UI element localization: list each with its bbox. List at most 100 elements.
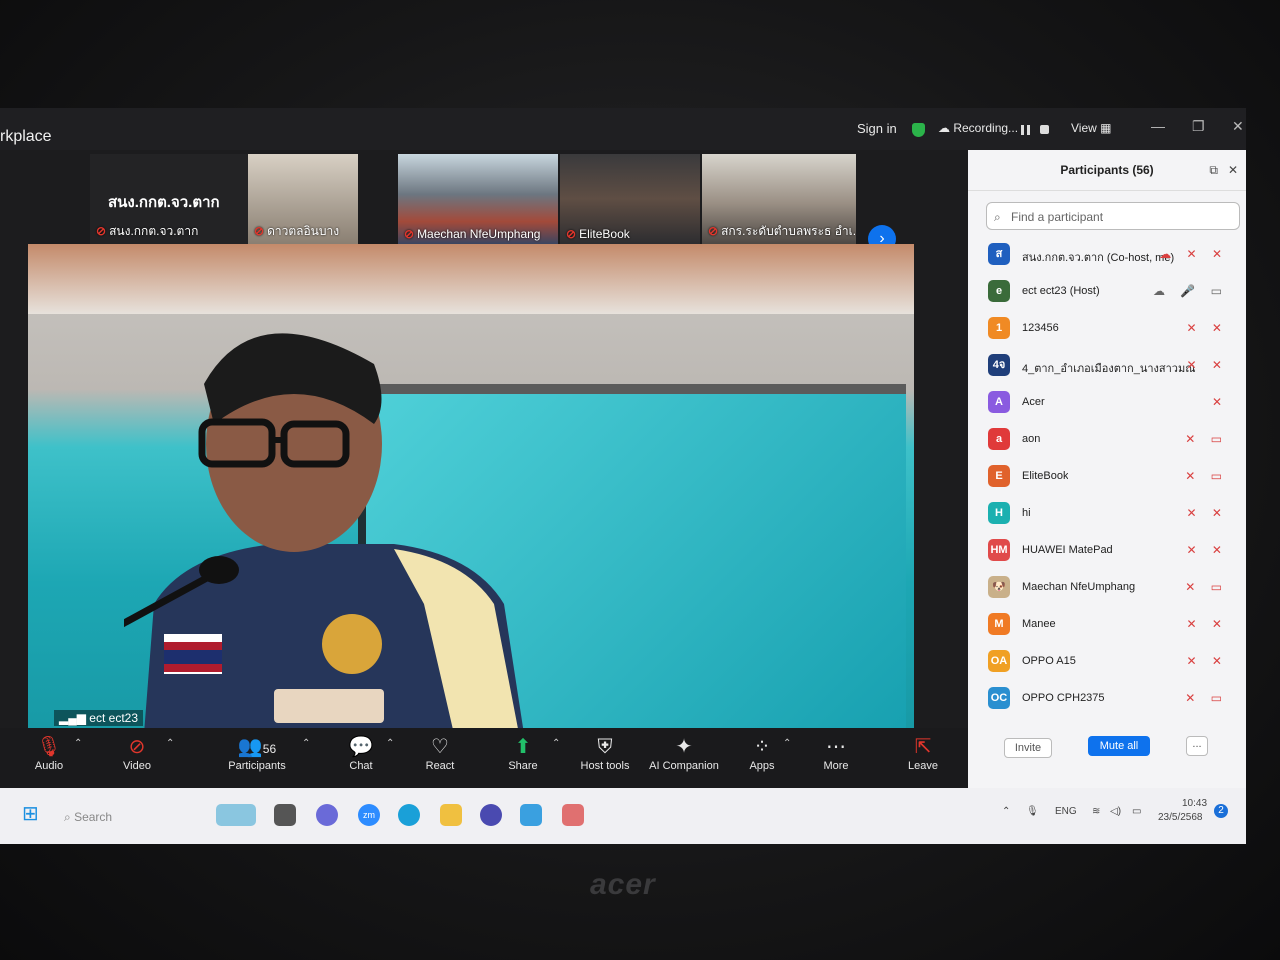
participant-name: OPPO CPH2375 bbox=[1022, 692, 1105, 704]
participants-panel-footer: Invite Mute all ... bbox=[968, 728, 1246, 768]
share-button[interactable]: ⬆ Share ⌃ bbox=[488, 734, 560, 772]
participant-status-icons[interactable]: ✕ ✕ bbox=[1187, 506, 1228, 520]
participant-avatar: E bbox=[988, 465, 1010, 487]
title-bar: rkplace Sign in ☁ Recording... View ▦ — … bbox=[0, 108, 1246, 150]
participants-panel-header: Participants (56) ⧉ ✕ bbox=[968, 150, 1246, 191]
mute-all-button[interactable]: Mute all bbox=[1088, 736, 1150, 756]
task-view-icon[interactable] bbox=[274, 804, 296, 826]
participants-label: Participants bbox=[228, 760, 286, 772]
leave-button[interactable]: ⇱ Leave bbox=[888, 734, 958, 772]
chat-options-chevron-icon[interactable]: ⌃ bbox=[386, 738, 394, 749]
video-button[interactable]: ⊘ Video ⌃ bbox=[102, 734, 174, 772]
more-button[interactable]: ⋯ More bbox=[801, 734, 871, 772]
file-explorer-icon[interactable] bbox=[440, 804, 462, 826]
audio-options-chevron-icon[interactable]: ⌃ bbox=[74, 738, 82, 749]
apps-options-chevron-icon[interactable]: ⌃ bbox=[783, 738, 791, 749]
participant-row[interactable]: a aon ✕ ▭ bbox=[968, 423, 1246, 460]
encryption-shield-icon[interactable] bbox=[912, 121, 925, 137]
minimize-button[interactable]: — bbox=[1151, 118, 1165, 134]
host-tools-button[interactable]: ⛨ Host tools bbox=[570, 734, 640, 772]
apps-button[interactable]: ⁘ Apps ⌃ bbox=[727, 734, 797, 772]
panel-more-button[interactable]: ... bbox=[1186, 736, 1208, 756]
participant-status-icons[interactable]: ✕ ✕ bbox=[1187, 543, 1228, 557]
pop-out-icon[interactable]: ⧉ bbox=[1209, 150, 1218, 190]
thumbnail-label: ⊘ ดาวตลอินบาง bbox=[254, 224, 340, 238]
video-thumbnail[interactable]: สนง.กกต.จว.ตาก ⊘ สนง.กกต.จว.ตาก bbox=[90, 154, 250, 244]
thumbnail-label: ⊘ สกร.ระดับตำบลพระธ อำเ... bbox=[708, 224, 856, 238]
ai-companion-button[interactable]: ✦ AI Companion bbox=[644, 734, 724, 772]
windows-taskbar: ⊞ ⌕ Search zm ⌃ 🎙 ENG ≋ ◁) ▭ 10:43 23/5/… bbox=[0, 788, 1246, 844]
participant-row[interactable]: OC OPPO CPH2375 ✕ ▭ bbox=[968, 682, 1246, 719]
video-thumbnail[interactable]: ⊘ สกร.ระดับตำบลพระธ อำเ... bbox=[702, 154, 856, 244]
participant-status-icons[interactable]: ✕ ▭ bbox=[1185, 580, 1228, 594]
language-indicator[interactable]: ENG bbox=[1055, 806, 1077, 817]
pause-recording-button[interactable] bbox=[1021, 121, 1030, 136]
teams-chat-icon[interactable] bbox=[316, 804, 338, 826]
microphone-tray-icon[interactable]: 🎙 bbox=[1026, 806, 1039, 817]
participant-row[interactable]: OA OPPO A15 ✕ ✕ bbox=[968, 645, 1246, 682]
mic-off-icon: ⊘ bbox=[404, 227, 415, 241]
battery-icon[interactable]: ▭ bbox=[1132, 806, 1141, 817]
participant-row[interactable]: A Acer ✕ bbox=[968, 386, 1246, 423]
ai-companion-label: AI Companion bbox=[649, 760, 719, 772]
participant-status-icons[interactable]: ✕ ✕ bbox=[1187, 654, 1228, 668]
find-participant-input[interactable]: ⌕ Find a participant bbox=[986, 202, 1240, 230]
tray-chevron-icon[interactable]: ⌃ bbox=[1002, 806, 1010, 817]
mic-off-icon: ⊘ bbox=[566, 227, 577, 241]
participant-status-icons[interactable]: ☁ ✕ ✕ bbox=[1159, 247, 1228, 261]
share-screen-icon: ⬆ bbox=[514, 736, 532, 758]
video-options-chevron-icon[interactable]: ⌃ bbox=[166, 738, 174, 749]
participants-panel-title: Participants (56) bbox=[1060, 163, 1154, 177]
participant-row[interactable]: E EliteBook ✕ ▭ bbox=[968, 460, 1246, 497]
windows-start-icon[interactable]: ⊞ bbox=[22, 804, 42, 824]
participant-row[interactable]: 4จ 4_ตาก_อำเภอเมืองตาก_นางสาวมณฑ... ✕ ✕ bbox=[968, 349, 1246, 386]
notification-badge[interactable]: 2 bbox=[1214, 804, 1228, 818]
participants-button[interactable]: 👥56 Participants ⌃ bbox=[222, 734, 310, 772]
participant-row[interactable]: Hhi ✕ ✕ bbox=[968, 497, 1246, 534]
wifi-icon[interactable]: ≋ bbox=[1092, 806, 1100, 817]
participant-row[interactable]: ส สนง.กกต.จว.ตาก (Co-host, me) ☁ ✕ ✕ bbox=[968, 238, 1246, 275]
edge-browser-icon[interactable] bbox=[398, 804, 420, 826]
video-thumbnail[interactable]: ⊘ ดาวตลอินบาง bbox=[248, 154, 358, 244]
sign-in-link[interactable]: Sign in bbox=[857, 121, 897, 136]
participant-status-icons[interactable]: ✕ bbox=[1212, 395, 1228, 409]
chat-button[interactable]: 💬 Chat ⌃ bbox=[326, 734, 396, 772]
participants-options-chevron-icon[interactable]: ⌃ bbox=[302, 738, 310, 749]
participant-row[interactable]: M Manee ✕ ✕ bbox=[968, 608, 1246, 645]
video-thumbnail[interactable]: ⊘ Maechan NfeUmphang bbox=[398, 154, 558, 244]
close-panel-icon[interactable]: ✕ bbox=[1228, 150, 1238, 190]
participant-row[interactable]: HM HUAWEI MatePad ✕ ✕ bbox=[968, 534, 1246, 571]
stop-recording-button[interactable] bbox=[1040, 121, 1049, 136]
meeting-toolbar: 🎙 Audio ⌃ ⊘ Video ⌃ 👥56 Participants ⌃ 💬… bbox=[0, 728, 968, 788]
participant-status-icons[interactable]: ✕ ▭ bbox=[1185, 691, 1228, 705]
maximize-button[interactable]: ❐ bbox=[1192, 118, 1205, 135]
participant-status-icons[interactable]: ✕ ▭ bbox=[1185, 432, 1228, 446]
share-options-chevron-icon[interactable]: ⌃ bbox=[552, 738, 560, 749]
participant-row[interactable]: 1 123456 ✕ ✕ bbox=[968, 312, 1246, 349]
clock-time[interactable]: 10:43 bbox=[1182, 798, 1207, 809]
participant-row[interactable]: 🐶 Maechan NfeUmphang ✕ ▭ bbox=[968, 571, 1246, 608]
participant-row[interactable]: e ect ect23 (Host) ☁ 🎤 ▭ bbox=[968, 275, 1246, 312]
invite-button[interactable]: Invite bbox=[1004, 738, 1052, 758]
zoom-app-icon[interactable]: zm bbox=[358, 804, 380, 826]
taskbar-search[interactable]: ⌕ Search bbox=[64, 810, 112, 825]
volume-icon[interactable]: ◁) bbox=[1110, 806, 1121, 817]
photos-app-icon[interactable] bbox=[520, 804, 542, 826]
participant-status-icons[interactable]: ✕ ✕ bbox=[1187, 617, 1228, 631]
snipping-tool-icon[interactable] bbox=[562, 804, 584, 826]
participant-status-icons[interactable]: ✕ ✕ bbox=[1187, 321, 1228, 335]
react-label: React bbox=[425, 760, 455, 772]
taskbar-widget-icon[interactable] bbox=[216, 804, 256, 826]
participant-name: Acer bbox=[1022, 396, 1045, 408]
video-thumbnail[interactable]: ⊘ EliteBook bbox=[560, 154, 700, 244]
participant-status-icons[interactable]: ✕ ▭ bbox=[1185, 469, 1228, 483]
clock-date[interactable]: 23/5/2568 bbox=[1158, 812, 1203, 823]
close-window-button[interactable]: ✕ bbox=[1232, 118, 1244, 135]
audio-button[interactable]: 🎙 Audio ⌃ bbox=[14, 734, 84, 772]
media-player-icon[interactable] bbox=[480, 804, 502, 826]
view-button[interactable]: View ▦ bbox=[1071, 121, 1111, 135]
view-label: View bbox=[1071, 121, 1097, 135]
participant-status-icons[interactable]: ✕ ✕ bbox=[1187, 358, 1228, 372]
react-button[interactable]: ♡ React bbox=[405, 734, 475, 772]
participant-status-icons[interactable]: ☁ 🎤 ▭ bbox=[1153, 284, 1228, 298]
